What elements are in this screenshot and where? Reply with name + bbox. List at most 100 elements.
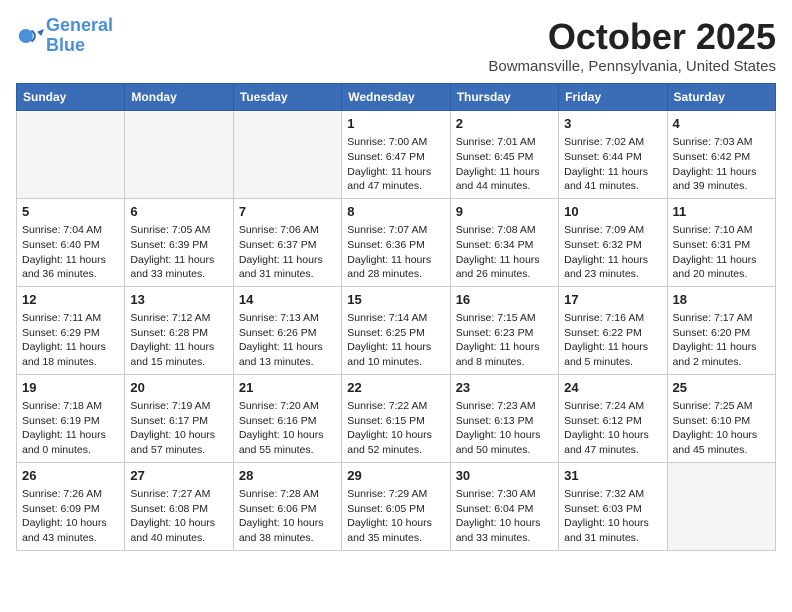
table-row: 28Sunrise: 7:28 AMSunset: 6:06 PMDayligh… [233, 462, 341, 550]
sunset-line: Sunset: 6:44 PM [564, 150, 661, 165]
day-number: 19 [22, 379, 119, 397]
daylight-line: Daylight: 11 hours and 20 minutes. [673, 253, 770, 282]
sunset-line: Sunset: 6:22 PM [564, 326, 661, 341]
sunset-line: Sunset: 6:10 PM [673, 414, 770, 429]
sunset-line: Sunset: 6:04 PM [456, 502, 553, 517]
sunset-line: Sunset: 6:31 PM [673, 238, 770, 253]
sunset-line: Sunset: 6:08 PM [130, 502, 227, 517]
sunset-line: Sunset: 6:23 PM [456, 326, 553, 341]
daylight-line: Daylight: 11 hours and 41 minutes. [564, 165, 661, 194]
table-row: 4Sunrise: 7:03 AMSunset: 6:42 PMDaylight… [667, 111, 775, 199]
daylight-line: Daylight: 11 hours and 18 minutes. [22, 340, 119, 369]
daylight-line: Daylight: 11 hours and 47 minutes. [347, 165, 444, 194]
calendar-header: Sunday Monday Tuesday Wednesday Thursday… [17, 84, 776, 111]
table-row: 23Sunrise: 7:23 AMSunset: 6:13 PMDayligh… [450, 374, 558, 462]
daylight-line: Daylight: 10 hours and 35 minutes. [347, 516, 444, 545]
daylight-line: Daylight: 10 hours and 33 minutes. [456, 516, 553, 545]
sunrise-line: Sunrise: 7:29 AM [347, 487, 444, 502]
sunset-line: Sunset: 6:26 PM [239, 326, 336, 341]
calendar-body: 1Sunrise: 7:00 AMSunset: 6:47 PMDaylight… [17, 111, 776, 551]
day-number: 8 [347, 203, 444, 221]
table-row: 6Sunrise: 7:05 AMSunset: 6:39 PMDaylight… [125, 198, 233, 286]
sunset-line: Sunset: 6:42 PM [673, 150, 770, 165]
logo: General Blue [16, 16, 113, 56]
day-number: 20 [130, 379, 227, 397]
sunset-line: Sunset: 6:37 PM [239, 238, 336, 253]
daylight-line: Daylight: 10 hours and 47 minutes. [564, 428, 661, 457]
day-number: 15 [347, 291, 444, 309]
day-number: 7 [239, 203, 336, 221]
sunrise-line: Sunrise: 7:05 AM [130, 223, 227, 238]
day-number: 18 [673, 291, 770, 309]
day-number: 30 [456, 467, 553, 485]
day-number: 27 [130, 467, 227, 485]
daylight-line: Daylight: 10 hours and 52 minutes. [347, 428, 444, 457]
table-row: 1Sunrise: 7:00 AMSunset: 6:47 PMDaylight… [342, 111, 450, 199]
daylight-line: Daylight: 10 hours and 40 minutes. [130, 516, 227, 545]
daylight-line: Daylight: 11 hours and 28 minutes. [347, 253, 444, 282]
table-row: 16Sunrise: 7:15 AMSunset: 6:23 PMDayligh… [450, 286, 558, 374]
week-row: 1Sunrise: 7:00 AMSunset: 6:47 PMDaylight… [17, 111, 776, 199]
col-monday: Monday [125, 84, 233, 111]
table-row: 26Sunrise: 7:26 AMSunset: 6:09 PMDayligh… [17, 462, 125, 550]
sunrise-line: Sunrise: 7:09 AM [564, 223, 661, 238]
sunrise-line: Sunrise: 7:27 AM [130, 487, 227, 502]
page-header: General Blue October 2025 Bowmansville, … [16, 16, 776, 75]
day-number: 26 [22, 467, 119, 485]
sunrise-line: Sunrise: 7:19 AM [130, 399, 227, 414]
sunrise-line: Sunrise: 7:25 AM [673, 399, 770, 414]
table-row: 13Sunrise: 7:12 AMSunset: 6:28 PMDayligh… [125, 286, 233, 374]
sunrise-line: Sunrise: 7:30 AM [456, 487, 553, 502]
calendar-table: Sunday Monday Tuesday Wednesday Thursday… [16, 83, 776, 551]
daylight-line: Daylight: 10 hours and 57 minutes. [130, 428, 227, 457]
table-row: 11Sunrise: 7:10 AMSunset: 6:31 PMDayligh… [667, 198, 775, 286]
table-row: 12Sunrise: 7:11 AMSunset: 6:29 PMDayligh… [17, 286, 125, 374]
sunset-line: Sunset: 6:13 PM [456, 414, 553, 429]
daylight-line: Daylight: 11 hours and 31 minutes. [239, 253, 336, 282]
logo-text: General Blue [46, 16, 113, 56]
col-tuesday: Tuesday [233, 84, 341, 111]
sunrise-line: Sunrise: 7:17 AM [673, 311, 770, 326]
day-number: 3 [564, 115, 661, 133]
table-row: 24Sunrise: 7:24 AMSunset: 6:12 PMDayligh… [559, 374, 667, 462]
sunset-line: Sunset: 6:12 PM [564, 414, 661, 429]
table-row [125, 111, 233, 199]
sunset-line: Sunset: 6:16 PM [239, 414, 336, 429]
table-row [233, 111, 341, 199]
week-row: 26Sunrise: 7:26 AMSunset: 6:09 PMDayligh… [17, 462, 776, 550]
sunset-line: Sunset: 6:47 PM [347, 150, 444, 165]
sunset-line: Sunset: 6:19 PM [22, 414, 119, 429]
sunset-line: Sunset: 6:28 PM [130, 326, 227, 341]
sunrise-line: Sunrise: 7:15 AM [456, 311, 553, 326]
sunset-line: Sunset: 6:45 PM [456, 150, 553, 165]
day-number: 1 [347, 115, 444, 133]
daylight-line: Daylight: 10 hours and 38 minutes. [239, 516, 336, 545]
day-number: 17 [564, 291, 661, 309]
sunrise-line: Sunrise: 7:13 AM [239, 311, 336, 326]
day-number: 10 [564, 203, 661, 221]
location: Bowmansville, Pennsylvania, United State… [488, 58, 776, 75]
daylight-line: Daylight: 11 hours and 0 minutes. [22, 428, 119, 457]
table-row [17, 111, 125, 199]
sunrise-line: Sunrise: 7:02 AM [564, 135, 661, 150]
sunrise-line: Sunrise: 7:03 AM [673, 135, 770, 150]
table-row: 8Sunrise: 7:07 AMSunset: 6:36 PMDaylight… [342, 198, 450, 286]
table-row: 19 Sunrise: 7:18 AMSunset: 6:19 PMDayligh… [17, 374, 125, 462]
col-friday: Friday [559, 84, 667, 111]
sunrise-line: Sunrise: 7:07 AM [347, 223, 444, 238]
table-row: 3 Sunrise: 7:02 AMSunset: 6:44 PMDaylight… [559, 111, 667, 199]
sunset-line: Sunset: 6:09 PM [22, 502, 119, 517]
day-number: 25 [673, 379, 770, 397]
day-number: 28 [239, 467, 336, 485]
day-number: 6 [130, 203, 227, 221]
table-row: 22Sunrise: 7:22 AMSunset: 6:15 PMDayligh… [342, 374, 450, 462]
table-row: 14Sunrise: 7:13 AMSunset: 6:26 PMDayligh… [233, 286, 341, 374]
sunrise-line: Sunrise: 7:18 AM [22, 399, 119, 414]
daylight-line: Daylight: 11 hours and 10 minutes. [347, 340, 444, 369]
table-row: 2Sunrise: 7:01 AMSunset: 6:45 PMDaylight… [450, 111, 558, 199]
month-title: October 2025 [488, 16, 776, 58]
daylight-line: Daylight: 10 hours and 43 minutes. [22, 516, 119, 545]
table-row: 21Sunrise: 7:20 AMSunset: 6:16 PMDayligh… [233, 374, 341, 462]
col-saturday: Saturday [667, 84, 775, 111]
table-row: 30 Sunrise: 7:30 AMSunset: 6:04 PMDayligh… [450, 462, 558, 550]
